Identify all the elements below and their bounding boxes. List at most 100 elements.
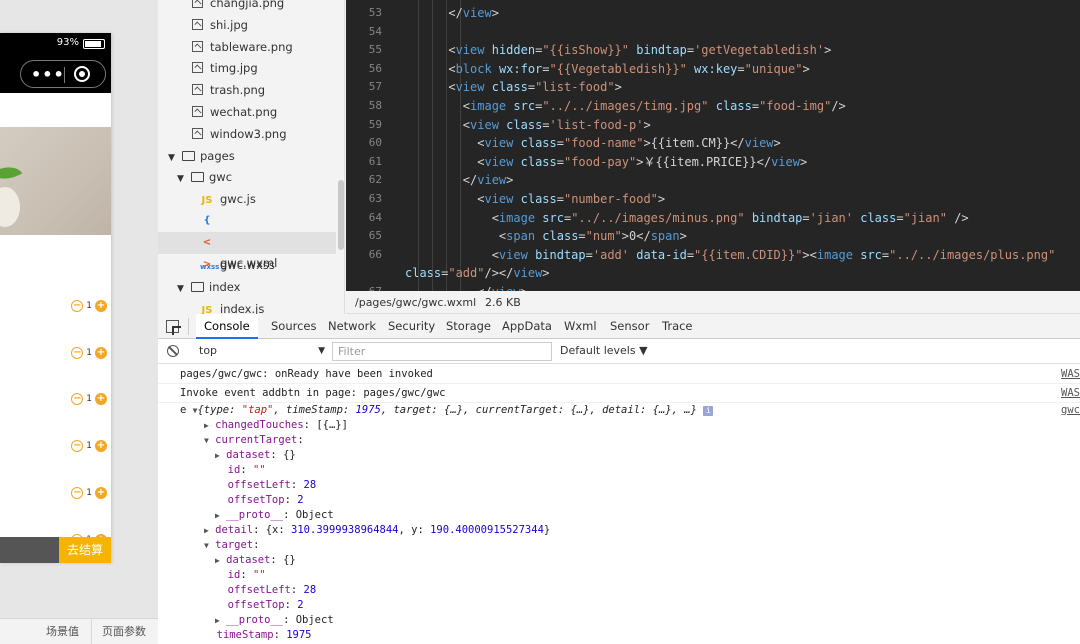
plus-icon[interactable]: + — [95, 393, 107, 405]
quantity-stepper: −1+ — [71, 439, 107, 453]
code-text: <view bindtap='add' data-id="{{item.CDID… — [405, 247, 1056, 262]
file-tree-item[interactable]: window3.png — [158, 123, 336, 145]
file-tree-item[interactable]: changjia.png — [158, 0, 336, 14]
line-number: 62 — [368, 173, 382, 187]
expand-arrow-icon[interactable]: ▼ — [177, 168, 187, 190]
plus-icon[interactable]: + — [95, 347, 107, 359]
console-message: pages/gwc/gwc: onReady have been invoked… — [158, 365, 1080, 384]
console-object-line[interactable]: ▶ dataset: {} — [158, 448, 1080, 463]
console-text: offsetLeft: 28 — [227, 479, 317, 491]
scene-value-tab[interactable]: 场景值 — [0, 619, 92, 644]
line-number: 60 — [368, 136, 382, 150]
close-target-icon[interactable] — [74, 66, 90, 82]
tab-sources[interactable]: Sources — [263, 314, 325, 339]
console-object-line[interactable]: offsetLeft: 28 — [158, 478, 1080, 493]
minus-icon[interactable]: − — [71, 440, 84, 452]
clear-console-icon[interactable] — [167, 345, 179, 357]
file-path: /pages/gwc/gwc.wxml — [355, 296, 477, 309]
menu-capsule[interactable]: ••• — [20, 60, 106, 88]
console-object-line[interactable]: ▶ __proto__: Object — [158, 508, 1080, 523]
filter-input[interactable]: Filter — [332, 342, 552, 361]
file-tree-item[interactable]: ▼ pages — [158, 145, 336, 167]
plus-icon[interactable]: + — [95, 487, 107, 499]
file-tree-label: timg.jpg — [210, 61, 258, 75]
console-text: e ▼{type: "tap", timeStamp: 1975, target… — [180, 403, 714, 418]
minus-icon[interactable]: − — [71, 487, 84, 499]
file-tree-item[interactable]: ▼ index — [158, 276, 336, 298]
code-line: 57 <view class="list-food"> — [346, 78, 1080, 97]
checkout-button[interactable]: 去结算 — [59, 537, 111, 563]
file-tree-item[interactable]: ▼ gwc — [158, 166, 336, 188]
expand-arrow-icon[interactable]: ▼ — [177, 278, 187, 300]
console-toolbar: top ▼ Filter Default levels ▼ — [158, 339, 1080, 364]
page-params-tab[interactable]: 页面参数 — [92, 619, 146, 644]
file-tree-item[interactable]: timg.jpg — [158, 57, 336, 79]
file-tree-item[interactable]: tableware.png — [158, 36, 336, 58]
source-link[interactable]: WAS — [1061, 365, 1080, 384]
quantity-value: 1 — [86, 394, 92, 404]
console-object-line[interactable]: offsetTop: 2 — [158, 493, 1080, 508]
tab-network[interactable]: Network — [320, 314, 384, 339]
console-text: ▶ __proto__: Object — [215, 614, 334, 626]
code-text: <view class="list-food"> — [405, 80, 622, 95]
minus-icon[interactable]: − — [71, 300, 84, 312]
console-object-line[interactable]: id: "" — [158, 568, 1080, 583]
console-object-line[interactable]: ▼ currentTarget: — [158, 433, 1080, 448]
console-object-line[interactable]: offsetTop: 2 — [158, 598, 1080, 613]
code-line: 58 <image src="../../images/timg.jpg" cl… — [346, 97, 1080, 116]
tab-security[interactable]: Security — [380, 314, 443, 339]
code-text: <view class="food-pay">￥{{item.PRICE}}</… — [405, 154, 808, 169]
file-tree-label: window3.png — [210, 127, 287, 141]
default-levels-select[interactable]: Default levels ▼ — [560, 342, 648, 360]
minus-icon[interactable]: − — [71, 347, 84, 359]
battery-text: 93% — [56, 37, 79, 48]
line-number: 56 — [368, 61, 382, 75]
context-select[interactable]: top ▼ — [191, 342, 325, 360]
file-tree-item[interactable]: { }gwc.json — [158, 210, 336, 248]
console-object-line[interactable]: ▶ detail: {x: 310.3999938964844, y: 190.… — [158, 523, 1080, 538]
tab-appdata[interactable]: AppData — [494, 314, 560, 339]
console-object-line[interactable]: timeStamp: 1975 — [158, 628, 1080, 643]
leaf-decoration — [0, 159, 23, 187]
tab-console[interactable]: Console — [196, 314, 258, 339]
console-object-line[interactable]: ▶ __proto__: Object — [158, 613, 1080, 628]
tab-sensor[interactable]: Sensor — [602, 314, 657, 339]
phone-nav-bar: ••• — [0, 55, 111, 93]
battery-icon — [83, 39, 105, 49]
source-link[interactable]: WAS — [1061, 384, 1080, 403]
console-object-line[interactable]: ▶ dataset: {} — [158, 553, 1080, 568]
console-object-line[interactable]: offsetLeft: 28 — [158, 583, 1080, 598]
tab-storage[interactable]: Storage — [438, 314, 499, 339]
more-icon[interactable]: ••• — [31, 65, 65, 84]
console-text: timeStamp: 1975 — [216, 629, 312, 641]
code-line: 65 <span class="num">0</span> — [346, 227, 1080, 246]
line-number: 54 — [368, 24, 382, 38]
file-tree-item[interactable]: wechat.png — [158, 101, 336, 123]
file-tree-item[interactable]: JS gwc.js — [158, 188, 336, 210]
console-text: ▶ changedTouches: [{…}] — [204, 419, 348, 431]
plus-icon[interactable]: + — [95, 300, 107, 312]
file-tree: changjia.png shi.jpg tableware.png timg.jpg… — [158, 0, 345, 314]
file-tree-item[interactable]: shi.jpg — [158, 14, 336, 36]
console-object-line[interactable]: ▼ target: — [158, 538, 1080, 553]
file-tree-item[interactable]: trash.png — [158, 79, 336, 101]
console-object-line[interactable]: ▶ changedTouches: [{…}] — [158, 418, 1080, 433]
console-object-line[interactable]: id: "" — [158, 463, 1080, 478]
tab-trace[interactable]: Trace — [654, 314, 701, 339]
minus-icon[interactable]: − — [71, 393, 84, 405]
file-tree-scrollbar[interactable] — [338, 180, 344, 250]
line-number: 67 — [346, 283, 382, 291]
code-editor[interactable]: 53 </view> 54 55 <view hidden="{{isShow}}"… — [346, 0, 1080, 291]
plus-icon[interactable]: + — [95, 440, 107, 452]
image-file-icon — [192, 0, 203, 8]
file-tree-item[interactable]: JS index.js — [158, 298, 336, 314]
line-number: 58 — [368, 99, 382, 112]
tab-wxml[interactable]: Wxml — [556, 314, 605, 339]
inspect-icon[interactable] — [166, 320, 181, 335]
console-text: ▶ detail: {x: 310.3999938964844, y: 190.… — [204, 524, 551, 536]
console-object-line[interactable]: e ▼{type: "tap", timeStamp: 1975, target… — [158, 403, 1080, 418]
code-text: class="add"/></view> — [405, 266, 550, 281]
file-tree-item[interactable]: wxssgwc.wxss — [158, 254, 336, 276]
source-link[interactable]: gwc — [1061, 403, 1080, 418]
file-tree-item[interactable]: < > gwc.wxml — [158, 232, 336, 270]
